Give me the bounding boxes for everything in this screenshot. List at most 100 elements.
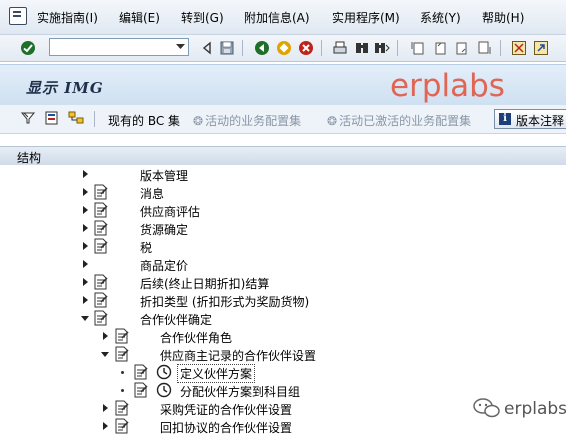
- menu-goto[interactable]: 转到(G): [181, 9, 224, 26]
- active-bc-set-button[interactable]: ❂ 活动的业务配置集: [193, 112, 301, 129]
- last-page-icon[interactable]: [476, 40, 492, 56]
- wechat-logo-icon: [473, 398, 500, 418]
- version-notes-button[interactable]: i 版本注释: [494, 109, 566, 129]
- expand-arrow-icon[interactable]: [100, 421, 110, 431]
- tree-node[interactable]: 商品定价: [0, 255, 566, 273]
- tree-node-label[interactable]: 消息: [140, 185, 164, 202]
- back-icon[interactable]: [254, 40, 270, 56]
- tree-node-label[interactable]: 供应商主记录的合作伙伴设置: [160, 347, 316, 364]
- leaf-bullet: [121, 371, 124, 374]
- tree-node-label[interactable]: 版本管理: [140, 167, 188, 184]
- tree-node-label[interactable]: 合作伙伴确定: [140, 311, 212, 328]
- cancel-icon[interactable]: [298, 40, 314, 56]
- tree-node-label[interactable]: 后续(终止日期折扣)结算: [140, 275, 269, 292]
- separator: [94, 111, 95, 127]
- shortcut-icon[interactable]: [533, 40, 549, 56]
- tree-node[interactable]: 供应商主记录的合作伙伴设置: [0, 345, 566, 363]
- spacer: [0, 134, 566, 146]
- menu-implementation-guide[interactable]: 实施指南(I): [37, 9, 98, 26]
- separator: [242, 40, 243, 56]
- tree-node-label[interactable]: 合作伙伴角色: [160, 329, 232, 346]
- create-session-icon[interactable]: [511, 40, 527, 56]
- tree-node[interactable]: 消息: [0, 183, 566, 201]
- tree-node-label[interactable]: 采购凭证的合作伙伴设置: [160, 401, 292, 418]
- expand-arrow-icon[interactable]: [80, 259, 90, 269]
- collapse-left-icon[interactable]: [199, 40, 215, 56]
- expand-arrow-icon[interactable]: [80, 223, 90, 233]
- command-input[interactable]: [53, 40, 175, 56]
- watermark-text: erplabs: [390, 68, 505, 104]
- collapse-arrow-icon[interactable]: [80, 313, 90, 323]
- document-icon[interactable]: [114, 346, 130, 362]
- next-page-icon[interactable]: [454, 40, 470, 56]
- document-icon[interactable]: [93, 274, 109, 290]
- document-icon[interactable]: [93, 220, 109, 236]
- execute-clock-icon[interactable]: [156, 382, 172, 398]
- document-icon[interactable]: [93, 292, 109, 308]
- window-menu-icon[interactable]: [9, 7, 27, 25]
- find-icon[interactable]: [354, 40, 370, 56]
- tree-node-label[interactable]: 分配伙伴方案到科目组: [180, 383, 300, 400]
- exit-icon[interactable]: [276, 40, 292, 56]
- expand-arrow-icon[interactable]: [80, 295, 90, 305]
- tree-node[interactable]: 后续(终止日期折扣)结算: [0, 273, 566, 291]
- structure-header: 结构: [0, 146, 566, 166]
- info-icon: i: [499, 113, 511, 125]
- menu-system[interactable]: 系统(Y): [420, 9, 461, 26]
- tree-node-label[interactable]: 供应商评估: [140, 203, 200, 220]
- execute-clock-icon[interactable]: [156, 364, 172, 380]
- tree-node-activity[interactable]: 定义伙伴方案: [0, 363, 566, 383]
- expand-arrow-icon[interactable]: [100, 331, 110, 341]
- structure-icon[interactable]: [68, 110, 84, 126]
- document-icon[interactable]: [93, 238, 109, 254]
- tree-node[interactable]: 版本管理: [0, 165, 566, 183]
- where-used-icon[interactable]: [44, 110, 60, 126]
- document-icon[interactable]: [93, 310, 109, 326]
- document-icon[interactable]: [114, 328, 130, 344]
- active-bc-set-label: 活动的业务配置集: [205, 114, 302, 128]
- find-next-icon[interactable]: [374, 40, 390, 56]
- application-toolbar: 现有的 BC 集 ❂ 活动的业务配置集 ❂ 活动已激活的业务配置集 i 版本注释: [0, 105, 566, 134]
- print-icon[interactable]: [332, 40, 348, 56]
- tree-node-label[interactable]: 税: [140, 239, 152, 256]
- previous-page-icon[interactable]: [432, 40, 448, 56]
- tree-node[interactable]: 供应商评估: [0, 201, 566, 219]
- expand-arrow-icon[interactable]: [80, 241, 90, 251]
- filter-icon[interactable]: [20, 110, 36, 126]
- document-icon[interactable]: [114, 418, 130, 434]
- activated-bc-set-button[interactable]: ❂ 活动已激活的业务配置集: [327, 112, 471, 129]
- chevron-down-icon[interactable]: [173, 40, 187, 54]
- expand-arrow-icon[interactable]: [80, 187, 90, 197]
- menu-bar: 实施指南(I) 编辑(E) 转到(G) 附加信息(A) 实用程序(M) 系统(Y…: [0, 0, 566, 35]
- current-bc-set-button[interactable]: 现有的 BC 集: [108, 112, 180, 129]
- expand-arrow-icon[interactable]: [80, 205, 90, 215]
- expand-arrow-icon[interactable]: [100, 403, 110, 413]
- tree-node[interactable]: 合作伙伴确定: [0, 309, 566, 327]
- command-field[interactable]: [49, 38, 189, 56]
- tree-node[interactable]: 货源确定: [0, 219, 566, 237]
- tree-node[interactable]: 税: [0, 237, 566, 255]
- collapse-arrow-icon[interactable]: [100, 349, 110, 359]
- menu-extras[interactable]: 附加信息(A): [244, 9, 310, 26]
- menu-help[interactable]: 帮助(H): [482, 9, 524, 26]
- separator: [397, 40, 398, 56]
- tree-node-label[interactable]: 商品定价: [140, 257, 188, 274]
- menu-utilities[interactable]: 实用程序(M): [332, 9, 400, 26]
- tree-node-label[interactable]: 折扣类型 (折扣形式为奖励货物): [140, 293, 309, 310]
- document-icon[interactable]: [133, 364, 149, 380]
- tree-node-label[interactable]: 回扣协议的合作伙伴设置: [160, 419, 292, 436]
- tree-node[interactable]: 合作伙伴角色: [0, 327, 566, 345]
- document-icon[interactable]: [133, 382, 149, 398]
- expand-arrow-icon[interactable]: [80, 277, 90, 287]
- tree-node[interactable]: 折扣类型 (折扣形式为奖励货物): [0, 291, 566, 309]
- document-icon[interactable]: [93, 202, 109, 218]
- first-page-icon[interactable]: [410, 40, 426, 56]
- structure-header-label: 结构: [17, 151, 42, 165]
- expand-arrow-icon[interactable]: [80, 169, 90, 179]
- menu-edit[interactable]: 编辑(E): [119, 9, 160, 26]
- document-icon[interactable]: [114, 400, 130, 416]
- document-icon[interactable]: [93, 184, 109, 200]
- enter-checkmark-icon[interactable]: [20, 40, 36, 56]
- save-icon[interactable]: [219, 40, 235, 56]
- tree-node-label[interactable]: 货源确定: [140, 221, 188, 238]
